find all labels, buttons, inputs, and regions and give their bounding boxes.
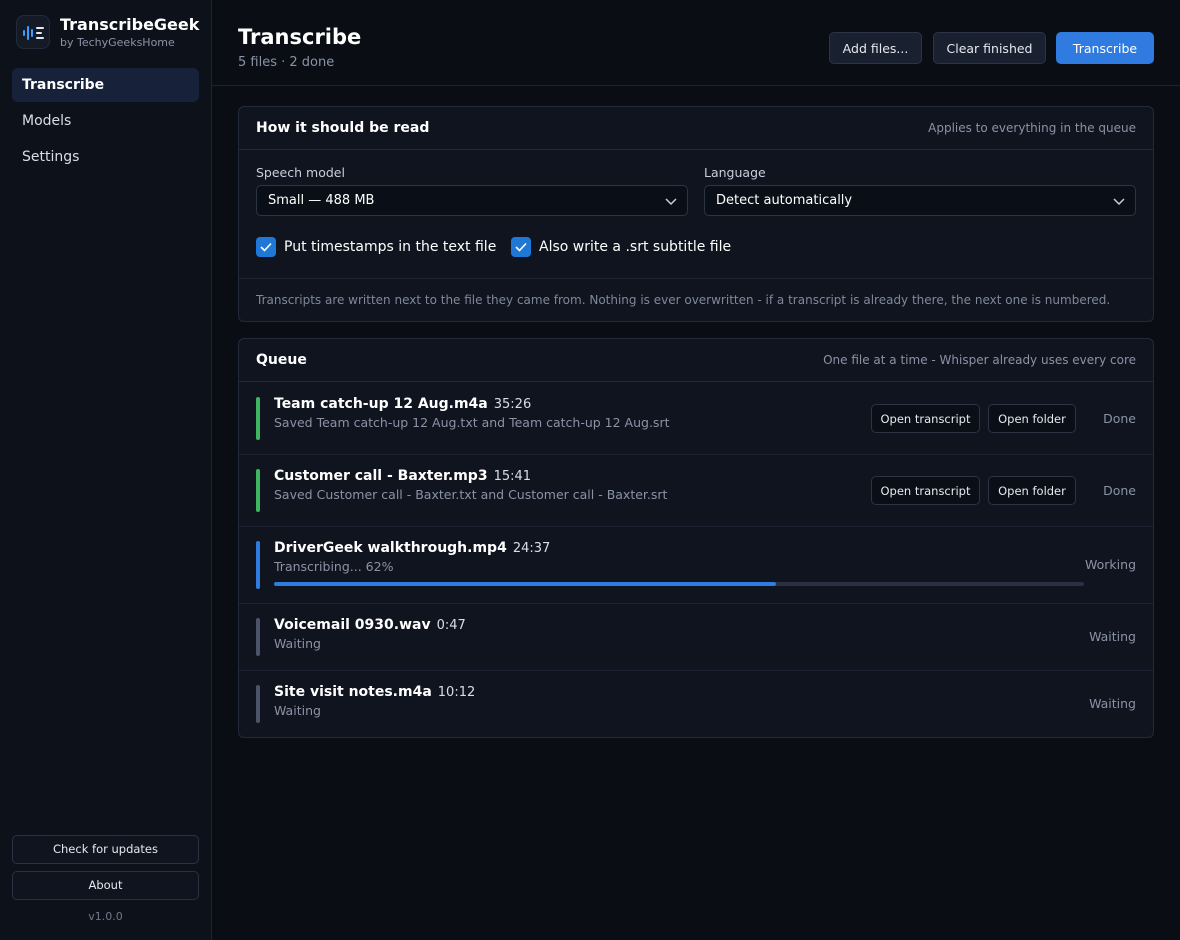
status-label: Done — [1103, 483, 1136, 498]
checkmark-icon — [260, 242, 272, 252]
open-folder-button[interactable]: Open folder — [988, 404, 1076, 433]
file-name: Site visit notes.m4a 10:12 — [274, 684, 475, 700]
sidebar: TranscribeGeek by TechyGeeksHome Transcr… — [0, 0, 212, 940]
nav-item-settings[interactable]: Settings — [12, 140, 199, 174]
queue-row: Customer call - Baxter.mp3 15:41 Saved Cu… — [239, 455, 1153, 527]
language-select[interactable]: Detect automatically — [704, 185, 1136, 216]
file-detail: Saved Customer call - Baxter.txt and Cus… — [274, 487, 668, 502]
file-name-text: Voicemail 0930.wav — [274, 617, 431, 633]
chevron-down-icon — [1113, 198, 1125, 206]
timestamps-option: Put timestamps in the text file — [256, 237, 516, 257]
file-duration: 35:26 — [493, 397, 532, 412]
add-files-button[interactable]: Add files... — [829, 32, 922, 64]
open-folder-button[interactable]: Open folder — [988, 476, 1076, 505]
speech-model-label: Speech model — [256, 165, 345, 180]
page-subtitle: 5 files · 2 done — [238, 55, 335, 70]
app-name: TranscribeGeek — [60, 15, 200, 34]
timestamps-checkbox[interactable] — [256, 237, 276, 257]
status-label: Waiting — [1089, 629, 1136, 644]
progress-bar — [274, 582, 1084, 586]
file-detail: Waiting — [274, 636, 321, 651]
brand: TranscribeGeek by TechyGeeksHome — [16, 15, 206, 51]
file-name-text: Site visit notes.m4a — [274, 684, 432, 700]
timestamps-label: Put timestamps in the text file — [284, 239, 497, 255]
file-name: Team catch-up 12 Aug.m4a 35:26 — [274, 396, 531, 412]
queue-panel-title: Queue — [256, 352, 307, 368]
open-transcript-button[interactable]: Open transcript — [871, 476, 980, 505]
status-label: Waiting — [1089, 696, 1136, 711]
header: Transcribe 5 files · 2 done Add files...… — [212, 0, 1180, 86]
clear-finished-button[interactable]: Clear finished — [933, 32, 1046, 64]
page-title: Transcribe — [238, 25, 362, 49]
nav-item-transcribe[interactable]: Transcribe — [12, 68, 199, 102]
file-name-text: Customer call - Baxter.mp3 — [274, 468, 488, 484]
status-indicator — [256, 618, 260, 656]
version-label: v1.0.0 — [88, 910, 123, 923]
queue-row: DriverGeek walkthrough.mp4 24:37 Transcri… — [239, 527, 1153, 604]
settings-panel: How it should be read Applies to everyth… — [238, 106, 1154, 322]
nav: Transcribe Models Settings — [12, 68, 199, 176]
checkmark-icon — [515, 242, 527, 252]
status-label: Working — [1085, 557, 1136, 572]
divider — [239, 278, 1153, 279]
file-duration: 24:37 — [512, 541, 551, 556]
file-duration: 10:12 — [437, 685, 476, 700]
language-label: Language — [704, 165, 766, 180]
about-button[interactable]: About — [12, 871, 199, 900]
srt-label: Also write a .srt subtitle file — [539, 239, 732, 255]
check-updates-button[interactable]: Check for updates — [12, 835, 199, 864]
file-detail: Waiting — [274, 703, 321, 718]
waveform-logo-icon — [16, 15, 50, 49]
nav-item-models[interactable]: Models — [12, 104, 199, 138]
status-indicator — [256, 685, 260, 723]
settings-panel-title: How it should be read — [256, 120, 430, 136]
status-indicator — [256, 397, 260, 440]
srt-option: Also write a .srt subtitle file — [511, 237, 751, 257]
settings-panel-note: Applies to everything in the queue — [928, 121, 1136, 135]
queue-row: Site visit notes.m4a 10:12 Waiting Waitin… — [239, 671, 1153, 738]
transcribe-button[interactable]: Transcribe — [1056, 32, 1154, 64]
queue-panel-note: One file at a time - Whisper already use… — [823, 353, 1136, 367]
file-name: Customer call - Baxter.mp3 15:41 — [274, 468, 531, 484]
file-detail: Transcribing... 62% — [274, 559, 394, 574]
settings-panel-header: How it should be read Applies to everyth… — [239, 107, 1153, 150]
file-duration: 15:41 — [493, 469, 532, 484]
file-name: DriverGeek walkthrough.mp4 24:37 — [274, 540, 550, 556]
queue-panel-header: Queue One file at a time - Whisper alrea… — [239, 339, 1153, 382]
file-name-text: DriverGeek walkthrough.mp4 — [274, 540, 507, 556]
file-name: Voicemail 0930.wav 0:47 — [274, 617, 466, 633]
queue-row: Team catch-up 12 Aug.m4a 35:26 Saved Team… — [239, 383, 1153, 455]
chevron-down-icon — [665, 198, 677, 206]
status-label: Done — [1103, 411, 1136, 426]
file-detail: Saved Team catch-up 12 Aug.txt and Team … — [274, 415, 670, 430]
srt-checkbox[interactable] — [511, 237, 531, 257]
file-duration: 0:47 — [436, 618, 466, 633]
speech-model-value: Small — 488 MB — [268, 193, 375, 208]
language-value: Detect automatically — [716, 193, 853, 208]
settings-footnote: Transcripts are written next to the file… — [256, 293, 1111, 307]
queue-row: Voicemail 0930.wav 0:47 Waiting Waiting — [239, 604, 1153, 671]
queue-panel: Queue One file at a time - Whisper alrea… — [238, 338, 1154, 738]
open-transcript-button[interactable]: Open transcript — [871, 404, 980, 433]
app-byline: by TechyGeeksHome — [60, 36, 175, 49]
speech-model-select[interactable]: Small — 488 MB — [256, 185, 688, 216]
status-indicator — [256, 541, 260, 589]
progress-bar-fill — [274, 582, 777, 586]
status-indicator — [256, 469, 260, 512]
file-name-text: Team catch-up 12 Aug.m4a — [274, 396, 488, 412]
